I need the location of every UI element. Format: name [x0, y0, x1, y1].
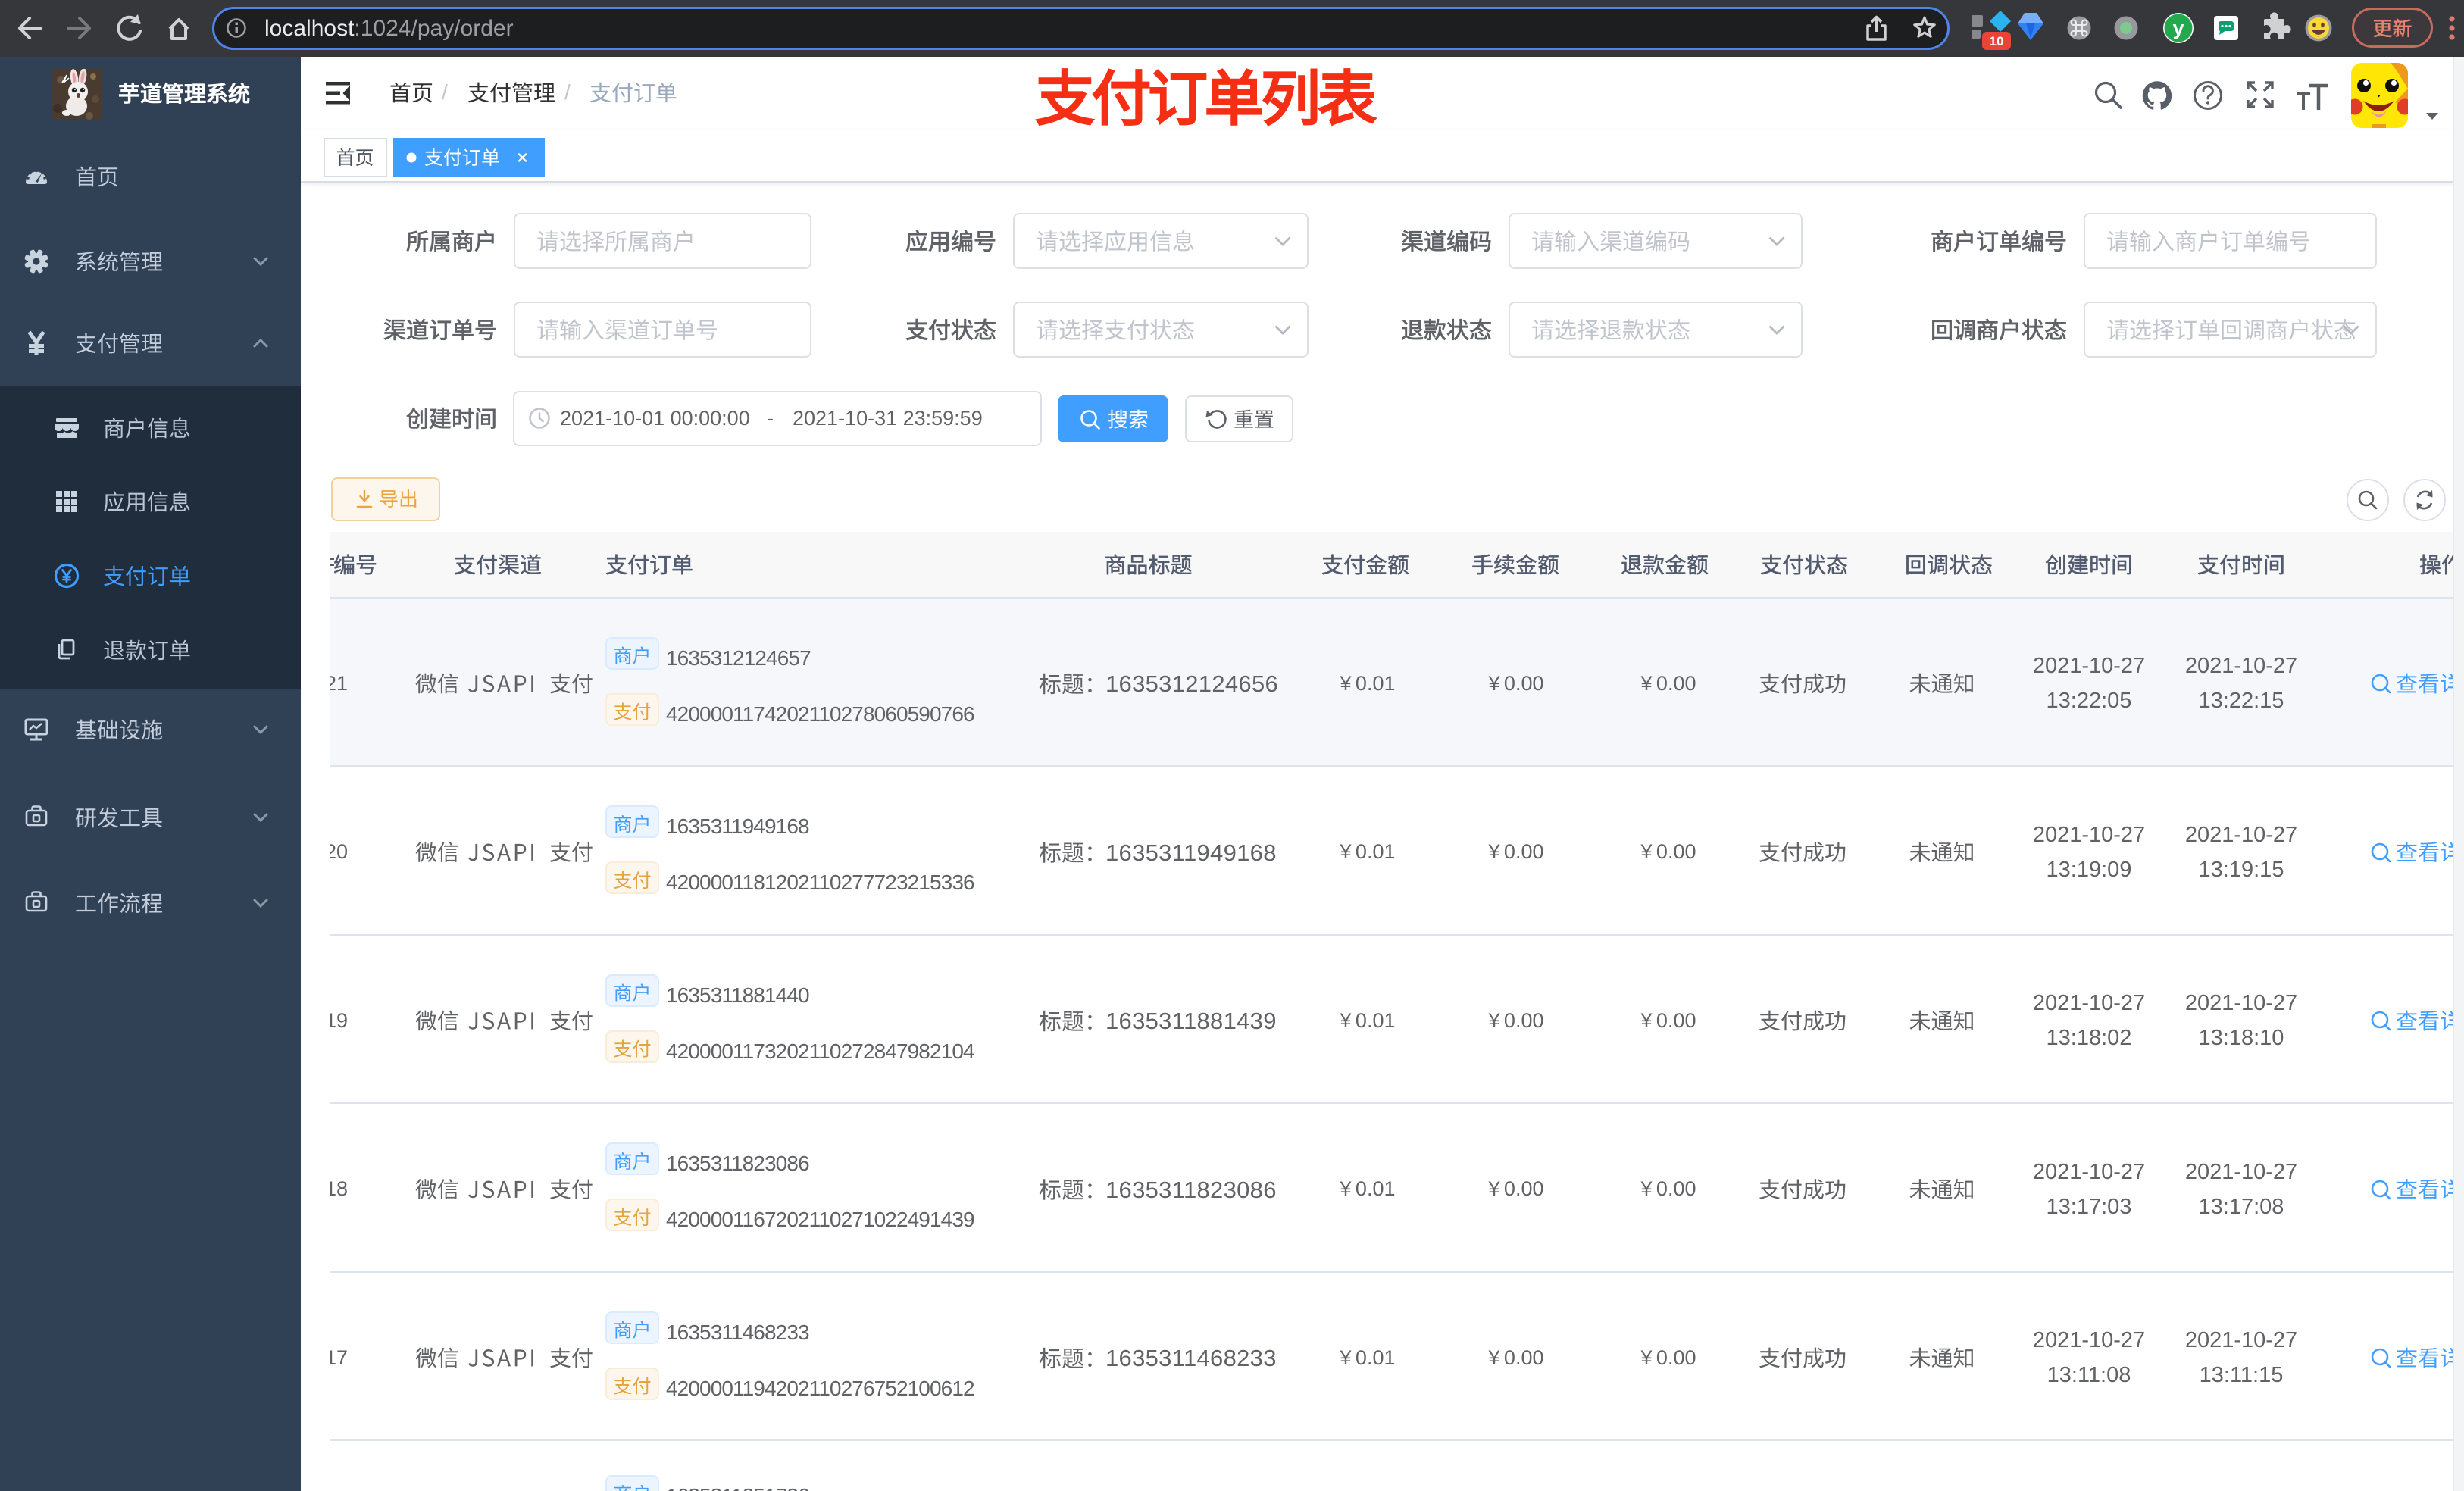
svg-text:y: y [2172, 17, 2184, 39]
svg-text:10: 10 [1990, 34, 2004, 48]
